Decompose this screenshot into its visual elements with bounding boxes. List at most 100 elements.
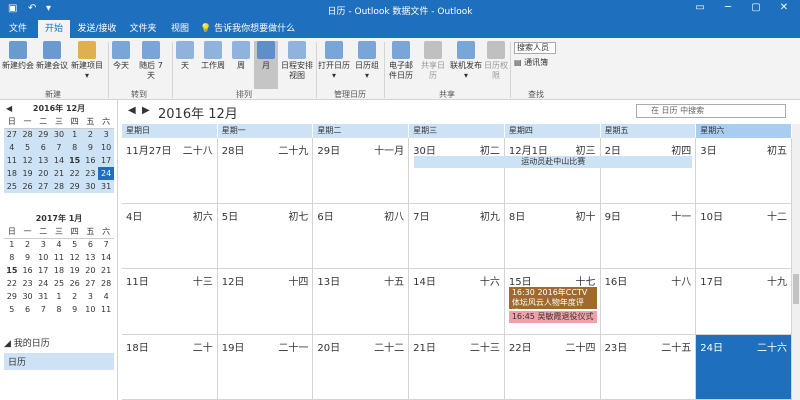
day-cell[interactable]: 8日 初十 <box>504 203 601 269</box>
mini-day[interactable]: 2 <box>20 238 36 251</box>
day-cell[interactable]: 7日 初九 <box>409 203 505 269</box>
calendar-folder-item[interactable]: 日历 <box>4 353 114 370</box>
mini-day[interactable]: 3 <box>83 290 99 303</box>
mini-day[interactable]: 7 <box>98 238 114 251</box>
day-cell[interactable]: 5日 初七 <box>217 203 314 269</box>
day-cell[interactable]: 11日 十三 <box>122 269 218 335</box>
day-cell[interactable]: 6日 初八 <box>313 203 410 269</box>
prev-arrow-icon[interactable]: ◀ <box>128 105 136 116</box>
day-cell[interactable]: 12日 十四 <box>217 269 314 335</box>
mini-day[interactable]: 3 <box>98 128 114 141</box>
mini-day[interactable]: 29 <box>35 128 52 141</box>
mini-day[interactable]: 29 <box>66 180 83 193</box>
mini-day[interactable]: 8 <box>66 141 83 154</box>
open-calendar-button[interactable]: 打开日历 ▾ <box>318 41 350 81</box>
address-book-button[interactable]: ▤ 通讯簿 <box>514 58 560 68</box>
vertical-scrollbar[interactable] <box>792 124 800 400</box>
day-cell[interactable]: 2日 初四 <box>600 138 697 204</box>
day-cell[interactable]: 12月1日 初三 <box>504 138 601 204</box>
mini-day[interactable]: 26 <box>67 277 83 290</box>
my-calendars-header[interactable]: ◢ 我的日历 <box>4 336 114 349</box>
mini-day[interactable]: 5 <box>19 141 36 154</box>
tab-send-receive[interactable]: 发送/接收 <box>74 20 120 38</box>
mini-day[interactable]: 12 <box>19 154 36 167</box>
prev-month-icon[interactable]: ◀ <box>6 102 12 116</box>
mini-day[interactable]: 4 <box>51 238 67 251</box>
mini-day[interactable]: 5 <box>4 303 20 316</box>
mini-day[interactable]: 8 <box>4 251 20 264</box>
mini-day[interactable]: 1 <box>4 238 20 251</box>
mini-day[interactable]: 19 <box>19 167 36 180</box>
next-7-days-button[interactable]: 随后 7 天 <box>134 41 168 81</box>
mini-day[interactable]: 6 <box>83 238 99 251</box>
mini-day[interactable]: 17 <box>35 264 51 277</box>
day-cell[interactable]: 24日 二十六 <box>696 334 792 400</box>
day-cell[interactable]: 21日 二十三 <box>409 334 505 400</box>
mini-day[interactable]: 27 <box>35 180 52 193</box>
mini-day[interactable]: 11 <box>4 154 20 167</box>
mini-day[interactable]: 4 <box>98 290 114 303</box>
mini-day[interactable]: 18 <box>51 264 67 277</box>
day-cell[interactable]: 20日 二十二 <box>313 334 410 400</box>
day-cell[interactable]: 29日 十一月 <box>313 138 410 204</box>
next-arrow-icon[interactable]: ▶ <box>142 105 150 116</box>
mini-day[interactable]: 25 <box>4 180 20 193</box>
schedule-view-button[interactable]: 日程安排视图 <box>280 41 314 81</box>
mini-day[interactable]: 3 <box>35 238 51 251</box>
day-cell[interactable]: 3日 初五 <box>696 138 792 204</box>
mini-day[interactable]: 9 <box>82 141 99 154</box>
scrollbar-thumb[interactable] <box>793 274 799 304</box>
mini-day[interactable]: 21 <box>98 264 114 277</box>
mini-day[interactable]: 15 <box>66 154 83 167</box>
new-meeting-button[interactable]: 新建会议 <box>36 41 68 71</box>
mini-day[interactable]: 24 <box>98 167 114 180</box>
day-cell[interactable]: 14日 十六 <box>409 269 505 335</box>
mini-day[interactable]: 23 <box>82 167 99 180</box>
day-view-button[interactable]: 天 <box>174 41 196 71</box>
mini-day[interactable]: 29 <box>4 290 20 303</box>
mini-day[interactable]: 17 <box>98 154 114 167</box>
mini-day[interactable]: 22 <box>4 277 20 290</box>
day-cell[interactable]: 22日 二十四 <box>504 334 601 400</box>
mini-day[interactable]: 28 <box>98 277 114 290</box>
mini-day[interactable]: 22 <box>66 167 83 180</box>
mini-day[interactable]: 30 <box>82 180 99 193</box>
close-icon[interactable]: ✕ <box>774 2 794 13</box>
calendar-event[interactable]: 16:45 吴敏霞退役仪式 <box>508 311 597 323</box>
mini-day[interactable]: 5 <box>67 238 83 251</box>
week-view-button[interactable]: 周 <box>230 41 252 71</box>
mini-day[interactable]: 7 <box>35 303 51 316</box>
mini-day[interactable]: 13 <box>83 251 99 264</box>
day-cell[interactable]: 13日 十五 <box>313 269 410 335</box>
tab-file[interactable]: 文件 <box>4 20 32 38</box>
tab-folder[interactable]: 文件夹 <box>124 20 162 38</box>
day-cell[interactable]: 9日 十一 <box>600 203 697 269</box>
mini-day[interactable]: 10 <box>83 303 99 316</box>
mini-day[interactable]: 4 <box>4 141 20 154</box>
mini-day[interactable]: 6 <box>20 303 36 316</box>
share-calendar-button[interactable]: 共享日历 <box>418 41 448 81</box>
day-cell[interactable]: 19日 二十一 <box>217 334 314 400</box>
email-calendar-button[interactable]: 电子邮件日历 <box>386 41 416 81</box>
mini-day[interactable]: 10 <box>98 141 114 154</box>
minimize-icon[interactable]: ─ <box>718 2 738 13</box>
calendar-event[interactable]: 运动员赴中山比赛 <box>411 156 693 168</box>
mini-day[interactable]: 28 <box>19 128 36 141</box>
mini-day[interactable]: 1 <box>66 128 83 141</box>
calendar-event[interactable]: 16:30 2016年CCTV体坛风云人物年度评选... <box>508 287 597 309</box>
publish-online-button[interactable]: 联机发布 ▾ <box>450 41 482 81</box>
tab-view[interactable]: 视图 <box>166 20 194 38</box>
mini-day[interactable]: 12 <box>67 251 83 264</box>
day-cell[interactable]: 18日 二十 <box>122 334 218 400</box>
day-cell[interactable]: 23日 二十五 <box>600 334 697 400</box>
mini-day[interactable]: 20 <box>35 167 52 180</box>
day-cell[interactable]: 4日 初六 <box>122 203 218 269</box>
mini-day[interactable]: 23 <box>20 277 36 290</box>
mini-day[interactable]: 2 <box>82 128 99 141</box>
mini-day[interactable]: 31 <box>35 290 51 303</box>
mini-day[interactable]: 9 <box>67 303 83 316</box>
mini-day[interactable]: 20 <box>83 264 99 277</box>
maximize-icon[interactable]: ▢ <box>746 2 766 13</box>
ribbon-options-icon[interactable]: ▭ <box>690 2 710 13</box>
search-people-input[interactable]: 搜索人员 <box>514 42 556 54</box>
